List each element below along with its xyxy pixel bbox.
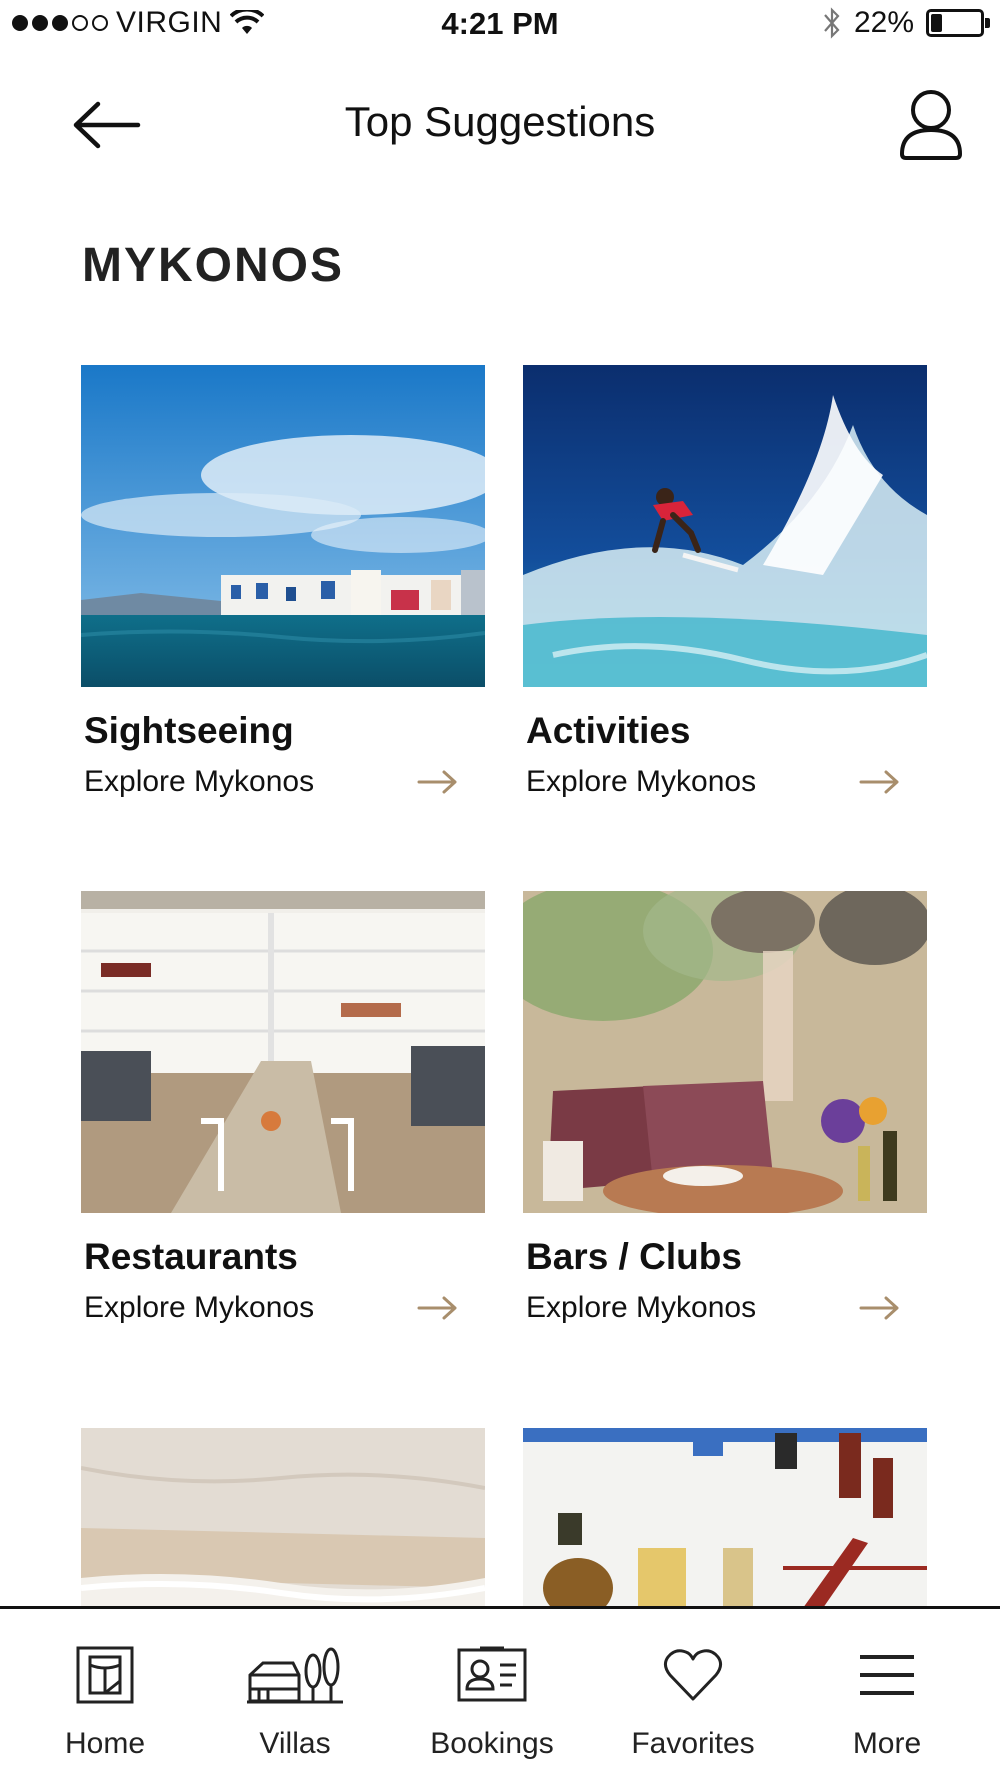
card-sightseeing[interactable]: Sightseeing Explore Mykonos — [81, 365, 485, 798]
tab-favorites[interactable]: Favorites — [593, 1609, 793, 1778]
mykonos-waterfront-photo — [81, 365, 485, 687]
home-icon — [76, 1646, 134, 1704]
card-beach[interactable] — [81, 1428, 485, 1608]
tab-label: Bookings — [430, 1727, 554, 1760]
white-restaurant-interior-photo — [81, 891, 485, 1213]
card-title: Bars / Clubs — [526, 1236, 742, 1277]
card-activities[interactable]: Activities Explore Mykonos — [523, 365, 927, 798]
card-subtitle: Explore Mykonos — [84, 765, 315, 798]
tab-bar: Home Villas Bookings Favorites More — [0, 1606, 1000, 1778]
card-restaurants[interactable]: Restaurants Explore Mykonos — [81, 891, 485, 1324]
arrow-right-icon — [417, 1296, 457, 1320]
navigation-bar: Top Suggestions — [0, 70, 1000, 180]
screen: VIRGIN 4:21 PM 22% Top Suggestions MYKON… — [0, 0, 1000, 1778]
villa-icon — [247, 1647, 343, 1704]
bluetooth-icon — [824, 7, 840, 39]
tab-label: More — [852, 1727, 922, 1760]
card-shopping[interactable] — [523, 1428, 927, 1608]
card-subtitle: Explore Mykonos — [84, 1291, 315, 1324]
battery-percent: 22% — [853, 6, 914, 39]
tab-label: Favorites — [631, 1727, 755, 1760]
section-title: MYKONOS — [82, 239, 345, 292]
page-title: Top Suggestions — [344, 98, 656, 145]
status-bar: VIRGIN 4:21 PM 22% — [0, 0, 1000, 52]
tab-more[interactable]: More — [787, 1609, 987, 1778]
card-subtitle: Explore Mykonos — [526, 1291, 757, 1324]
tab-label: Villas — [259, 1727, 331, 1760]
card-title: Sightseeing — [84, 710, 294, 751]
battery-icon — [926, 9, 990, 37]
arrow-right-icon — [859, 1296, 899, 1320]
arrow-right-icon — [859, 770, 899, 794]
tab-villas[interactable]: Villas — [195, 1609, 395, 1778]
heart-icon — [663, 1649, 723, 1701]
tab-label: Home — [64, 1727, 146, 1760]
menu-icon — [860, 1655, 914, 1695]
user-icon[interactable] — [898, 88, 964, 160]
card-title: Activities — [526, 710, 691, 751]
tab-bookings[interactable]: Bookings — [392, 1609, 592, 1778]
white-shopfront-street-photo — [523, 1428, 927, 1608]
bookings-card-icon — [457, 1646, 527, 1702]
status-right: 22% — [822, 6, 990, 40]
card-subtitle: Explore Mykonos — [526, 765, 757, 798]
outdoor-bar-table-photo — [523, 891, 927, 1213]
card-bars-clubs[interactable]: Bars / Clubs Explore Mykonos — [523, 891, 927, 1324]
card-title: Restaurants — [84, 1236, 298, 1277]
arrow-right-icon — [417, 770, 457, 794]
tab-home[interactable]: Home — [5, 1609, 205, 1778]
surfer-wave-photo — [523, 365, 927, 687]
sandy-beach-photo — [81, 1428, 485, 1608]
